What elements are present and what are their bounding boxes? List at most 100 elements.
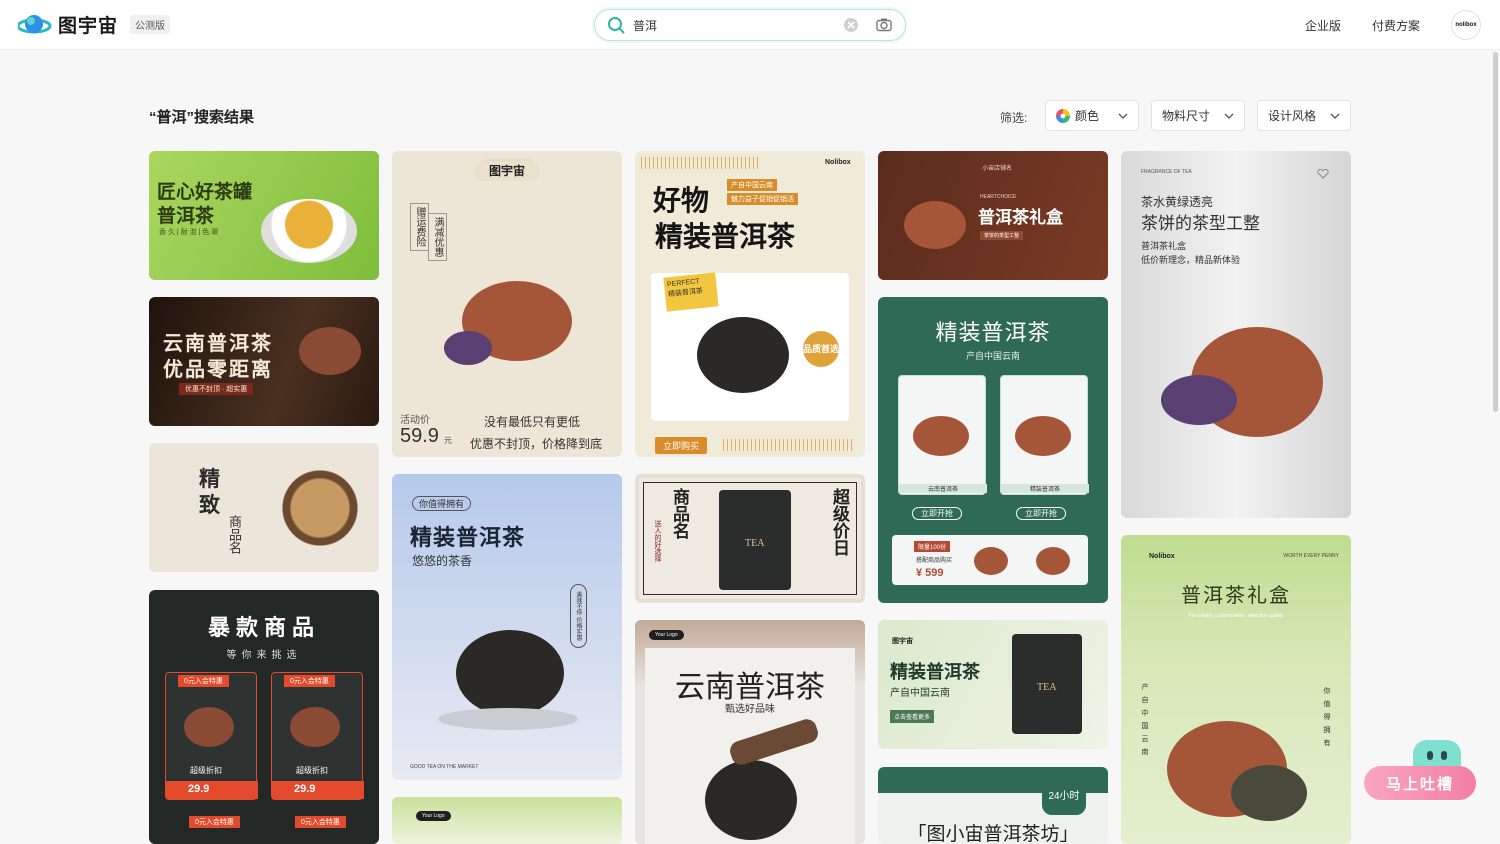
card-title: 云南普洱茶: [163, 333, 273, 355]
card-subtitle: 优品零距离: [163, 359, 273, 381]
product-tile[interactable]: 0元入会特惠 超级折扣 29.9: [165, 672, 258, 800]
feedback-button[interactable]: 马上吐槽: [1364, 766, 1476, 800]
template-card[interactable]: Your Logo: [392, 797, 622, 844]
style-filter-dropdown[interactable]: 设计风格: [1257, 100, 1351, 131]
card-title: 暴款商品: [207, 615, 320, 640]
template-card[interactable]: Nolibox 产自中国云南 魅力益子促销促销活 好物 精装普洱茶 PERFEC…: [635, 151, 865, 457]
style-filter-label: 设计风格: [1268, 109, 1317, 123]
camera-icon[interactable]: [875, 16, 893, 34]
product-label: 超级折扣: [190, 766, 222, 775]
more-button[interactable]: 点击查看更多: [890, 710, 935, 723]
brand-logo: Nolibox: [1149, 553, 1175, 560]
card-footnote: GOOD TEA ON THE MARKET: [410, 764, 479, 770]
template-card[interactable]: 图宇宙 赠运费险 满减优惠 活动价 59.9 元 没有最低只有更低 优惠不封顶，…: [392, 151, 622, 457]
teapot-image: [697, 317, 789, 393]
top-bar: 图宇宙 公测版 企业版 付费方案 nolibox: [0, 0, 1500, 50]
template-card[interactable]: 商品名 送人的好选择 TEA 超级价日: [635, 474, 865, 603]
teapot-image: [705, 760, 797, 840]
search-bar[interactable]: [594, 9, 906, 41]
template-card[interactable]: 你值得拥有 精装普洱茶 悠悠的茶香 美味不停 价格实惠 GOOD TEA ON …: [392, 474, 622, 780]
card-caption: Personality customization, selection qua…: [1188, 613, 1284, 619]
nav-pricing-link[interactable]: 付费方案: [1372, 17, 1420, 34]
clear-icon[interactable]: [843, 17, 859, 33]
app-name: 图宇宙: [58, 16, 119, 37]
card-subtitle: 普洱茶礼盒: [1141, 241, 1187, 251]
card-title: 精装普洱茶: [935, 320, 1051, 345]
tag-vertical: 赠运费险: [410, 203, 429, 251]
card-side-text: 产自中国云南: [1141, 683, 1148, 761]
price-label: 活动价: [400, 415, 430, 426]
can-label: TEA: [1037, 682, 1057, 693]
app-logo[interactable]: 图宇宙 公测版: [18, 11, 171, 38]
color-filter-dropdown[interactable]: 颜色: [1045, 100, 1139, 131]
teapot-image: [974, 547, 1008, 575]
card-title: 好物: [653, 185, 710, 216]
buy-button[interactable]: 立即购买: [655, 437, 708, 454]
card-eyebrow: WORTH EVERY PENNY: [1283, 553, 1339, 559]
promo-tag: 0元入会特惠: [284, 675, 335, 687]
template-card[interactable]: FRAGRANCE OF TEA 茶水黄绿透亮 茶饼的茶型工整 普洱茶礼盒 低价…: [1121, 151, 1351, 518]
card-title: 「图小宙普洱茶坊」: [907, 824, 1079, 844]
card-title: 普洱茶礼盒: [978, 208, 1063, 227]
card-title: 茶水黄绿透亮: [1141, 195, 1214, 209]
template-card[interactable]: 精 致 商品名: [149, 443, 379, 572]
card-caption: 优惠不封顶 · 超实惠: [179, 383, 254, 395]
tea-cup-image: [1161, 375, 1237, 425]
tag-vertical: 美味不停 价格实惠: [570, 584, 587, 648]
color-filter-label: 颜色: [1075, 109, 1100, 123]
shop-name: 小宙店铺名: [982, 166, 1013, 172]
tea-cup-image: [261, 199, 357, 263]
buy-button[interactable]: 立即开抢: [912, 507, 962, 520]
teapot-image: [299, 327, 361, 375]
card-title: 普洱茶礼盒: [1181, 585, 1291, 607]
brand-logo: 图宇宙: [474, 161, 540, 181]
tag-vertical: 满减优惠: [428, 213, 447, 261]
card-caption: 送人的好选择: [654, 520, 662, 562]
template-card[interactable]: 暴款商品 等你来挑选 0元入会特惠 超级折扣 29.9 0元入会特惠 超级折扣 …: [149, 590, 379, 844]
card-title: 茶饼的茶型工整: [1141, 214, 1260, 233]
tag: 你值得拥有: [412, 496, 472, 511]
teapot-image: [904, 201, 966, 249]
product-tile[interactable]: 0元入会特惠 超级折扣 29.9: [271, 672, 364, 800]
card-side-text: 你值得拥有: [1323, 687, 1330, 752]
template-card[interactable]: Your Logo 云南普洱茶 甄选好品味: [635, 620, 865, 844]
template-card[interactable]: 匠心好茶罐 普洱茶 香 久 | 耐 泡 | 色 翠: [149, 151, 379, 280]
avatar[interactable]: nolibox: [1451, 10, 1481, 40]
search-input[interactable]: [633, 16, 833, 34]
can-label: TEA: [745, 538, 765, 549]
price: 29.9: [294, 783, 316, 795]
template-card[interactable]: 小宙店铺名 HEARTCHOICE 普洱茶礼盒 茶饼的茶型工整: [878, 151, 1108, 280]
chevron-down-icon: [1118, 113, 1128, 119]
planet-logo-icon: [18, 14, 52, 33]
template-card[interactable]: 24小时 「图小宙普洱茶坊」: [878, 767, 1108, 844]
seal-badge: 品质首选: [803, 331, 839, 367]
card-subtitle: 超级价日: [830, 488, 849, 556]
card-caption: 茶饼的茶型工整: [980, 231, 1024, 240]
buy-button[interactable]: 立即开抢: [1016, 507, 1066, 520]
card-subtitle: 悠悠的茶香: [412, 554, 473, 568]
template-card[interactable]: 图宇宙 精装普洱茶 产自中国云南 点击查看更多 TEA: [878, 620, 1108, 749]
card-title: 精装普洱茶: [410, 525, 526, 550]
brand-logo: 图宇宙: [892, 638, 913, 645]
card-slogan: 没有最低只有更低: [484, 415, 581, 429]
product-tile[interactable]: 云南普洱茶: [898, 375, 987, 495]
teapot-image: [913, 416, 969, 456]
logo-badge: Your Logo: [649, 630, 684, 640]
template-card[interactable]: 云南普洱茶 优品零距离 优惠不封顶 · 超实惠: [149, 297, 379, 426]
size-filter-dropdown[interactable]: 物料尺寸: [1151, 100, 1245, 131]
nav-enterprise-link[interactable]: 企业版: [1305, 17, 1341, 34]
template-card[interactable]: 精装普洱茶 产自中国云南 云南普洱茶 精装普洱茶 立即开抢 立即开抢 限量100…: [878, 297, 1108, 603]
price: 29.9: [188, 783, 210, 795]
badge: 产自中国云南: [727, 179, 777, 191]
product-tile[interactable]: 精装普洱茶: [1000, 375, 1089, 495]
template-card[interactable]: Nolibox WORTH EVERY PENNY 普洱茶礼盒 Personal…: [1121, 535, 1351, 844]
teapot-image: [1036, 547, 1070, 575]
search-icon[interactable]: [607, 16, 625, 34]
product-label: 精装普洱茶: [1001, 484, 1089, 493]
walnut-bowl-image: [275, 463, 365, 553]
note-line: 精装普洱茶: [667, 287, 704, 299]
teapot-image: [1015, 416, 1071, 456]
card-title: 致: [199, 493, 220, 517]
scrollbar[interactable]: [1493, 52, 1498, 412]
promo-tag: 0元入会特惠: [295, 816, 346, 828]
